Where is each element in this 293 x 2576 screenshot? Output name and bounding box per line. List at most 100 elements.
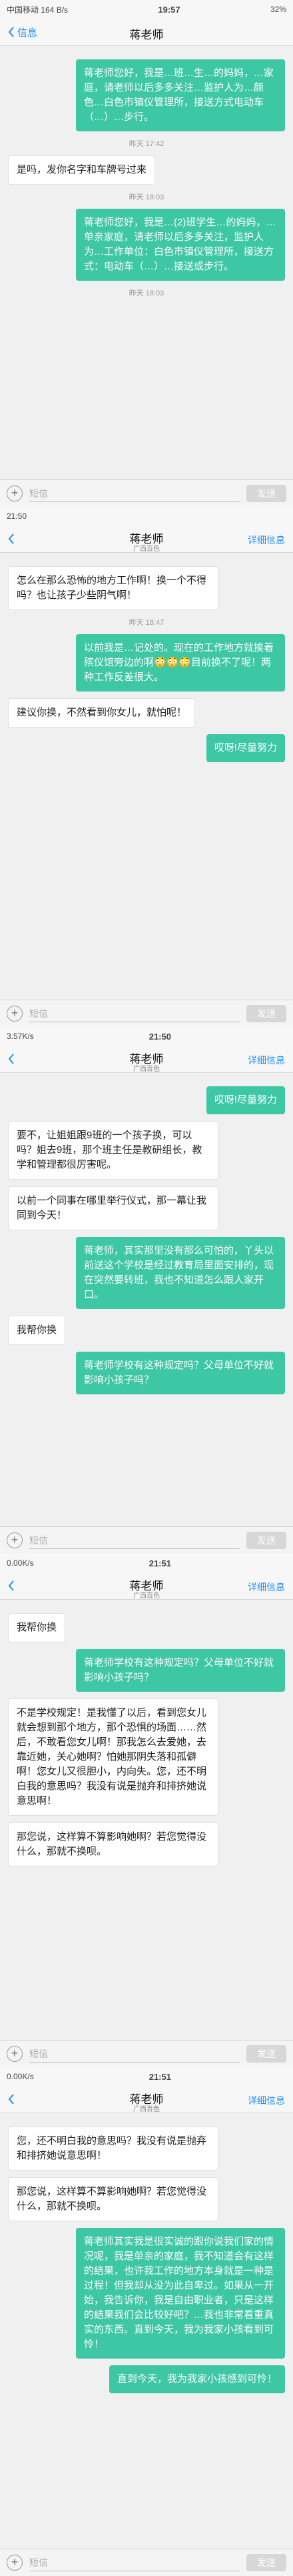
status-left: 21:50 (7, 511, 27, 521)
incoming-message[interactable]: 您，还不明白我的意思吗？我没有说是抛弃和排挤她说意思啊！ (8, 2127, 285, 2171)
send-button[interactable]: 发送 (246, 1005, 286, 1022)
status-bar: 0.00K/s 21:51 (0, 2067, 293, 2086)
incoming-message[interactable]: 那您说，这样算不算影响她啊？若您觉得没什么，那就不换呗。 (8, 2177, 285, 2221)
message-bubble: 不是学校规定！是我懂了以后，看到您女儿就会想到那个地方，那个恐惧的场面……然后，… (8, 1698, 218, 1816)
battery-level: 32% (270, 5, 286, 14)
message-bubble: 哎呀!尽量努力 (206, 1086, 285, 1114)
input-bar: + 短信 发送 (0, 2040, 293, 2067)
timestamp: 昨天 17:42 (129, 140, 164, 148)
send-button[interactable]: 发送 (246, 2554, 286, 2571)
status-bar: 3.57K/s 21:50 (0, 1027, 293, 1046)
status-time: 19:57 (158, 4, 180, 15)
incoming-message[interactable]: 我帮你换 (8, 1316, 285, 1345)
status-bar: 0.00K/s 21:51 (0, 1554, 293, 1572)
message-bubble: 那您说，这样算不算影响她啊？若您觉得没什么，那就不换呗。 (8, 1822, 218, 1866)
outgoing-message[interactable]: 蒋老师您好，我是…班…生…的妈妈，…家庭，请老师以后多多关注…监护人为…颜色…白… (8, 59, 285, 131)
details-link[interactable]: 详细信息 (248, 533, 285, 547)
status-bar: 21:50 (0, 507, 293, 525)
message-bubble: 蒋老师，其实那里没有那么可怕的，丫头以前送这个学校是经过教育局里面安排的，现在突… (76, 1237, 285, 1309)
message-bubble: 以前我是…记处的。现在的工作地方就挨着殡仪馆旁边的啊😳😳😳目前换不了呢！两种工作… (76, 634, 285, 692)
incoming-message[interactable]: 那您说，这样算不算影响她啊？若您觉得没什么，那就不换呗。 (8, 1822, 285, 1866)
message-list: 蒋老师您好，我是…班…生…的妈妈，…家庭，请老师以后多多关注…监护人为…颜色…白… (0, 46, 293, 307)
message-bubble: 蒋老师您好，我是…班…生…的妈妈，…家庭，请老师以后多多关注…监护人为…颜色…白… (76, 59, 285, 131)
outgoing-message[interactable]: 蒋老师学校有这种规定吗？父母单位不好就影响小孩子吗？ (8, 1352, 285, 1394)
incoming-message[interactable]: 建议你换，不然看到你女儿，就怕呢！ (8, 698, 285, 728)
incoming-message[interactable]: 要不，让姐姐跟9班的一个孩子换，可以吗？姐去9班，那个班主任是教研组长，教学和管… (8, 1121, 285, 1180)
message-list: 您，还不明白我的意思吗？我没有说是抛弃和排挤她说意思啊！ 那您说，这样算不算影响她… (0, 2113, 293, 2407)
incoming-message[interactable]: 怎么在那么恐怖的地方工作啊！换一个不得吗？也让孩子少些阴气啊！ (8, 566, 285, 610)
outgoing-message[interactable]: 蒋老师您好，我是…(2)班学生…的妈妈，…单亲家庭，请老师以后多多关注，监护人为… (8, 209, 285, 281)
status-time: 21:50 (148, 1031, 171, 1042)
message-bubble: 我帮你换 (8, 1316, 66, 1345)
outgoing-message[interactable]: 以前我是…记处的。现在的工作地方就挨着殡仪馆旁边的啊😳😳😳目前换不了呢！两种工作… (8, 634, 285, 692)
contact-name: 蒋老师 (129, 29, 164, 41)
nav-bar: 信息 蒋老师 (0, 19, 293, 46)
status-left: 0.00K/s (7, 1558, 34, 1568)
incoming-message[interactable]: 是吗，发你名字和车牌号过来 (8, 155, 285, 185)
details-link[interactable]: 详细信息 (248, 2094, 285, 2107)
add-icon[interactable]: + (7, 2046, 23, 2062)
add-icon[interactable]: + (7, 485, 23, 501)
status-time: 21:51 (148, 2071, 171, 2082)
message-bubble: 以前一个同事在哪里举行仪式，那一幕让我同到今天！ (8, 1186, 218, 1230)
status-bar: 中国移动 164 B/s 19:57 32% (0, 0, 293, 19)
input-bar: + 短信 发送 (0, 1526, 293, 1554)
message-bubble: 蒋老师您好，我是…(2)班学生…的妈妈，…单亲家庭，请老师以后多多关注，监护人为… (76, 209, 285, 281)
input-bar: + 短信 发送 (0, 479, 293, 507)
details-link[interactable]: 详细信息 (248, 1580, 285, 1594)
incoming-message[interactable]: 以前一个同事在哪里举行仪式，那一幕让我同到今天！ (8, 1186, 285, 1230)
outgoing-message[interactable]: 哎呀!尽量努力 (8, 1086, 285, 1114)
status-left: 3.57K/s (7, 1032, 34, 1041)
timestamp: 昨天 18:47 (129, 619, 164, 627)
outgoing-message[interactable]: 蒋老师，其实那里没有那么可怕的，丫头以前送这个学校是经过教育局里面安排的，现在突… (8, 1237, 285, 1309)
message-list: 怎么在那么恐怖的地方工作啊！换一个不得吗？也让孩子少些阴气啊！ 昨天 18:47 以… (0, 553, 293, 776)
outgoing-message[interactable]: 蒋老师其实我是很实诚的跟你说我们家的情况呢，我是单亲的家庭，我不知道会有这样的结… (8, 2228, 285, 2359)
chat-screen-4: 0.00K/s 21:51 蒋老师 广西百色 详细信息 我帮你换蒋老师学校有这种… (0, 1554, 293, 2067)
outgoing-message[interactable]: 蒋老师学校有这种规定吗？父母单位不好就影响小孩子吗？ (8, 1649, 285, 1692)
message-input[interactable]: 短信 (29, 485, 240, 502)
details-link[interactable]: 详细信息 (248, 1054, 285, 1067)
nav-bar: 蒋老师 广西百色 详细信息 (0, 1046, 293, 1073)
message-list: 哎呀!尽量努力要不，让姐姐跟9班的一个孩子换，可以吗？姐去9班，那个班主任是教研… (0, 1073, 293, 1408)
send-button[interactable]: 发送 (246, 1532, 286, 1549)
message-input[interactable]: 短信 (29, 1532, 240, 1549)
message-bubble: 建议你换，不然看到你女儿，就怕呢！ (8, 698, 196, 728)
add-icon[interactable]: + (7, 1006, 23, 1022)
chat-screen-5: 0.00K/s 21:51 蒋老师 广西百色 详细信息 您，还不明白我的意思吗？… (0, 2067, 293, 2576)
send-button[interactable]: 发送 (246, 485, 286, 502)
add-icon[interactable]: + (7, 1532, 23, 1548)
nav-bar: 蒋老师 广西百色 详细信息 (0, 525, 293, 553)
status-time: 21:51 (148, 1558, 171, 1568)
message-bubble: 要不，让姐姐跟9班的一个孩子换，可以吗？姐去9班，那个班主任是教研组长，教学和管… (8, 1121, 218, 1180)
message-bubble: 蒋老师其实我是很实诚的跟你说我们家的情况呢，我是单亲的家庭，我不知道会有这样的结… (76, 2228, 285, 2359)
message-bubble: 您，还不明白我的意思吗？我没有说是抛弃和排挤她说意思啊！ (8, 2127, 218, 2171)
add-icon[interactable]: + (7, 2555, 23, 2571)
message-bubble: 直到今天，我为我家小孩感到可怜！ (109, 2365, 285, 2393)
outgoing-message[interactable]: 直到今天，我为我家小孩感到可怜！ (8, 2365, 285, 2393)
message-input[interactable]: 短信 (29, 2555, 240, 2571)
message-input[interactable]: 短信 (29, 2046, 240, 2063)
input-bar: + 短信 发送 (0, 1000, 293, 1027)
chat-screen-3: 3.57K/s 21:50 蒋老师 广西百色 详细信息 哎呀!尽量努力要不，让姐… (0, 1027, 293, 1554)
message-bubble: 是吗，发你名字和车牌号过来 (8, 155, 156, 185)
status-left: 0.00K/s (7, 2072, 34, 2081)
message-bubble: 怎么在那么恐怖的地方工作啊！换一个不得吗？也让孩子少些阴气啊！ (8, 566, 218, 610)
message-bubble: 蒋老师学校有这种规定吗？父母单位不好就影响小孩子吗？ (76, 1352, 285, 1394)
send-button[interactable]: 发送 (246, 2045, 286, 2063)
message-list: 我帮你换蒋老师学校有这种规定吗？父母单位不好就影响小孩子吗？ 不是学校规定！是我懂… (0, 1600, 293, 1880)
outgoing-message[interactable]: 哎呀!尽量努力 (8, 734, 285, 762)
message-bubble: 我帮你换 (8, 1613, 66, 1642)
incoming-message[interactable]: 我帮你换 (8, 1613, 285, 1642)
message-bubble: 哎呀!尽量努力 (206, 734, 285, 762)
nav-bar: 蒋老师 广西百色 详细信息 (0, 2086, 293, 2113)
timestamp: 昨天 18:03 (129, 289, 164, 297)
status-left: 中国移动 164 B/s (7, 5, 69, 15)
timestamp: 昨天 18:03 (129, 193, 164, 201)
incoming-message[interactable]: 不是学校规定！是我懂了以后，看到您女儿就会想到那个地方，那个恐惧的场面……然后，… (8, 1698, 285, 1816)
nav-bar: 蒋老师 广西百色 详细信息 (0, 1572, 293, 1600)
chat-screen-2: 21:50 蒋老师 广西百色 详细信息 怎么在那么恐怖的地方工作啊！换一个不得吗… (0, 507, 293, 1027)
message-input[interactable]: 短信 (29, 1006, 240, 1022)
input-bar: + 短信 发送 (0, 2549, 293, 2576)
chat-screen-1: 中国移动 164 B/s 19:57 32% 信息 蒋老师 蒋老师您好，我是…班… (0, 0, 293, 507)
screenshot-collage: 中国移动 164 B/s 19:57 32% 信息 蒋老师 蒋老师您好，我是…班… (0, 0, 293, 2576)
